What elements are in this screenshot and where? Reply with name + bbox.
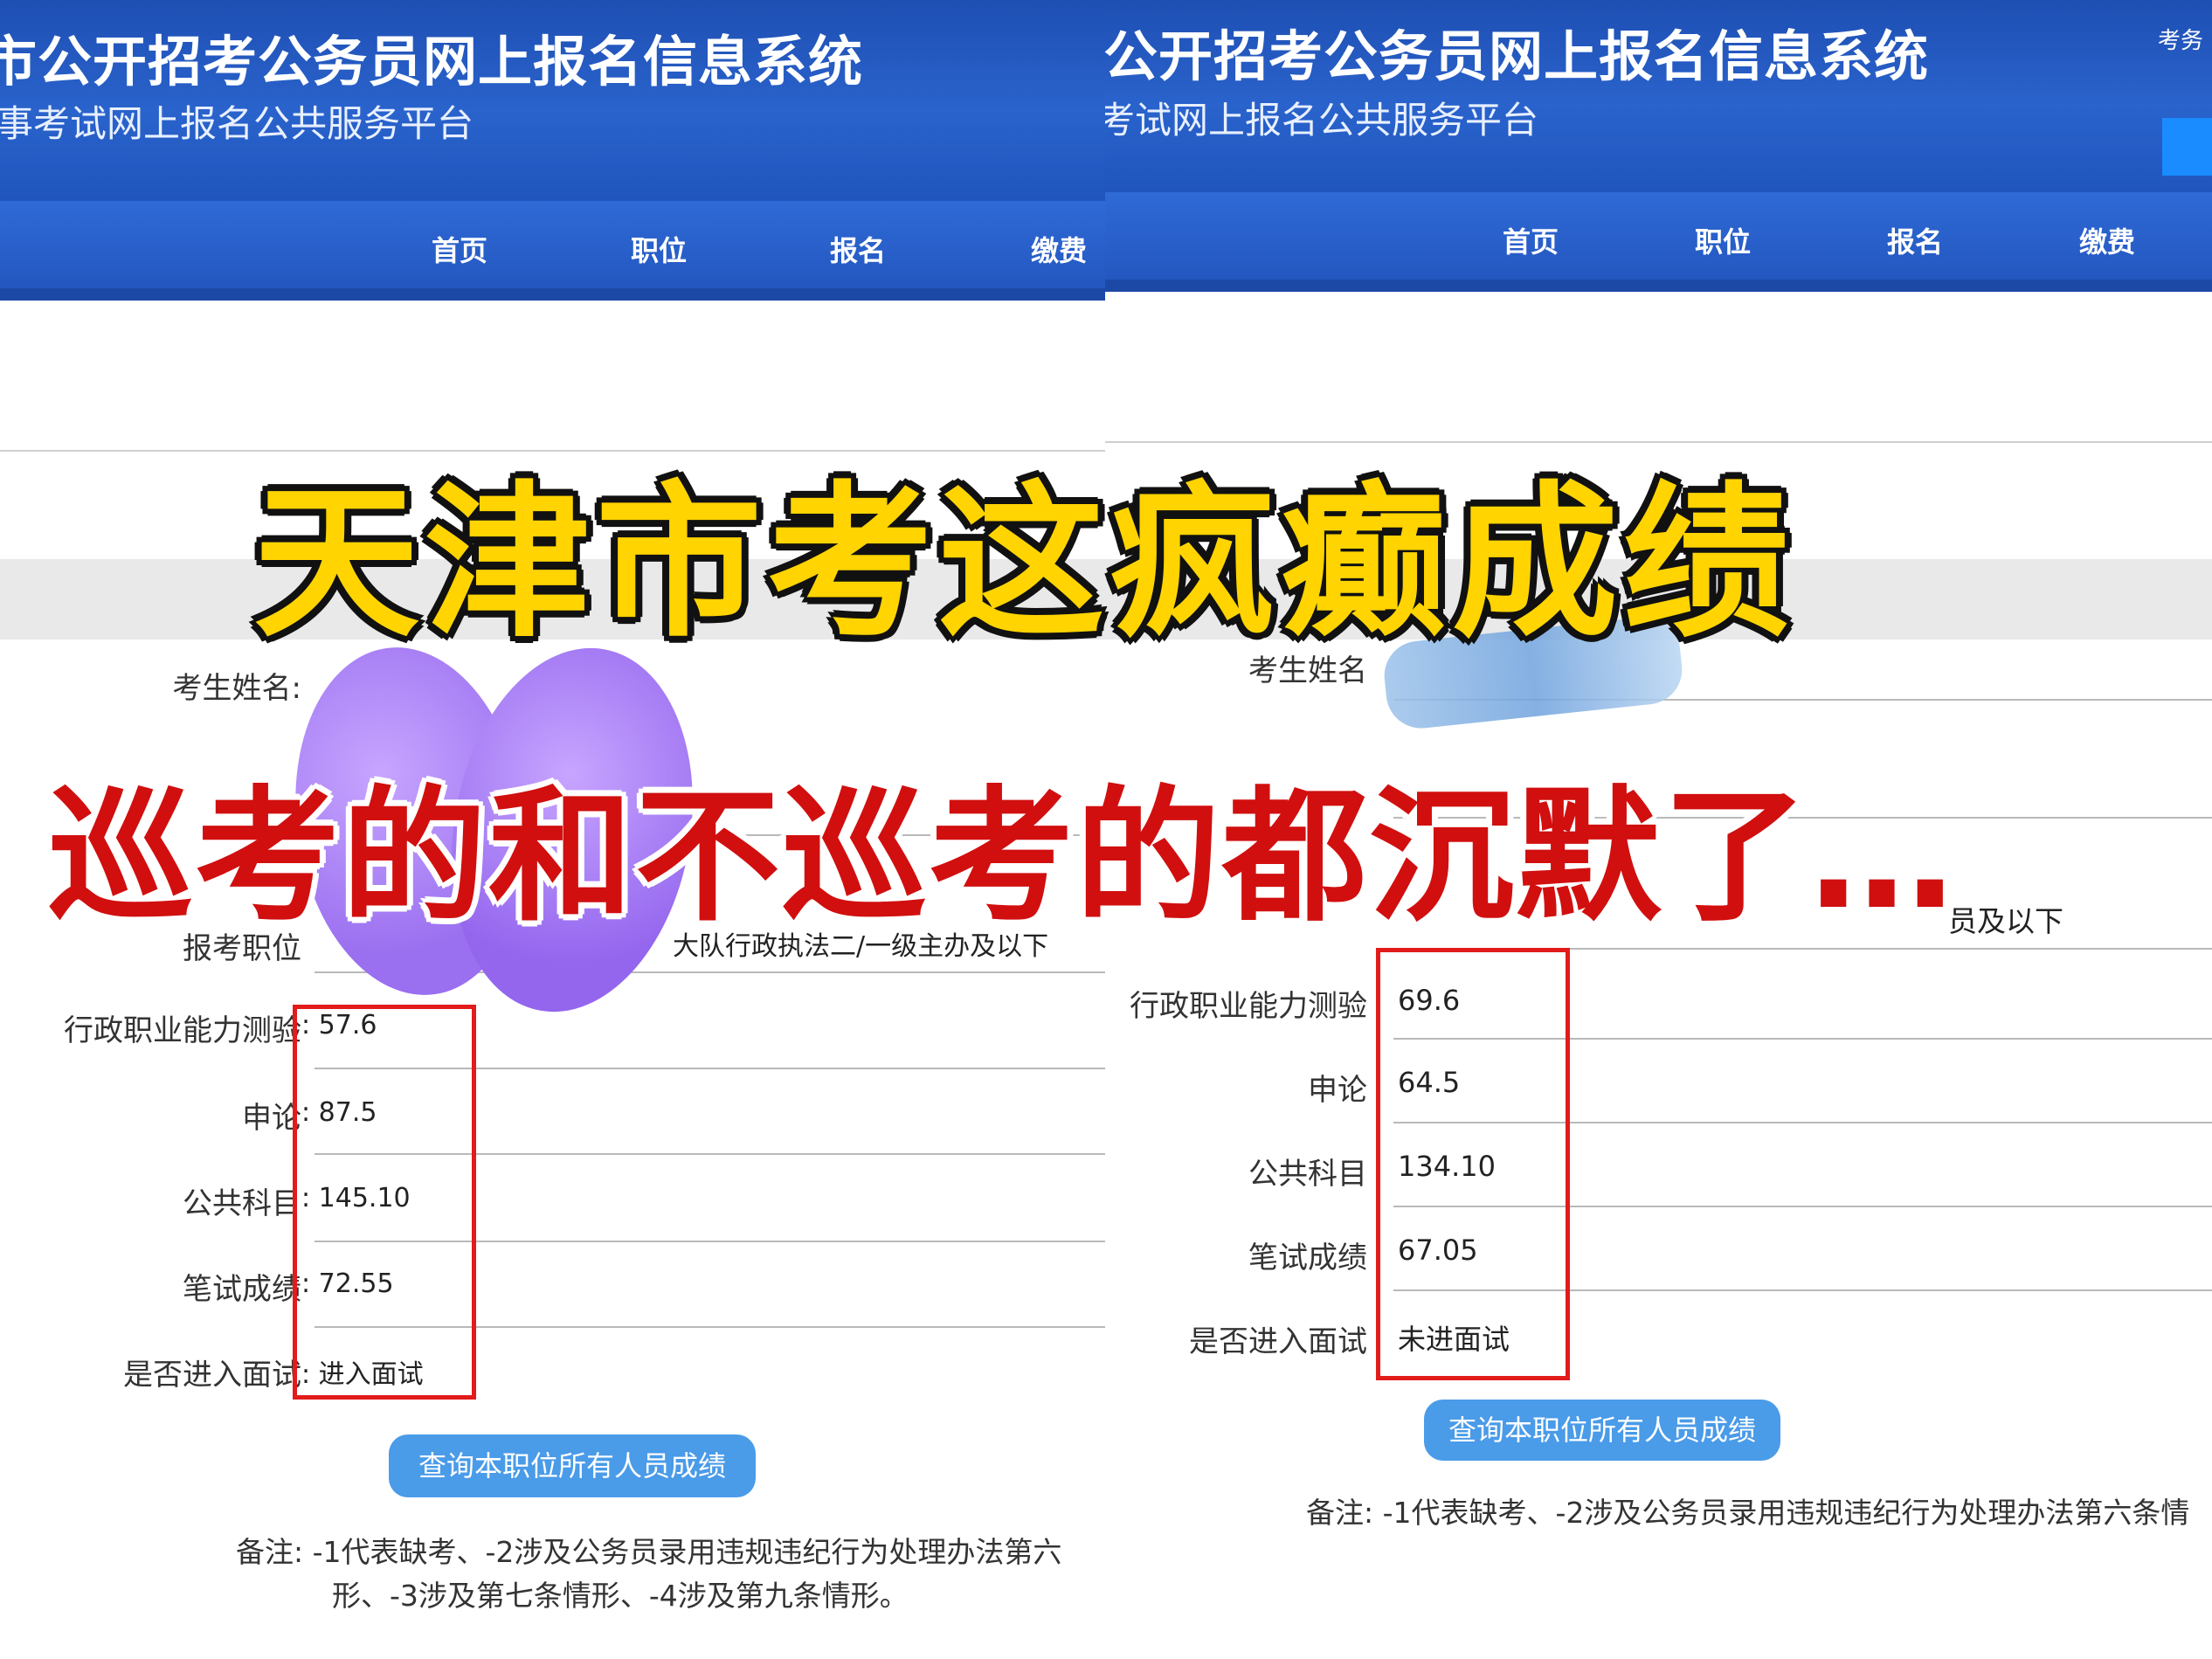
subheadline-caption: 巡考的和不巡考的都沉默了… [48,773,1956,942]
remarks-line-1: 备注: -1代表缺考、-2涉及公务员录用违规违纪行为处理办法第六条情 [1306,1496,2190,1530]
admin-ability-label: 行政职业能力测验 [1130,989,1367,1024]
site-subtitle: 事考试网上报名公共服务平台 [0,102,474,145]
nav-register[interactable]: 报名 [1887,220,1943,260]
nav-payment[interactable]: 缴费 [1031,229,1087,269]
site-header: 公开招考公务员网上报名信息系统 考试网上报名公共服务平台 考务 [1105,0,2212,192]
main-nav: 首页 职位 报名 缴费 [0,201,1105,301]
essay-label: 申论 [1308,1073,1367,1108]
interview-label: 是否进入面试 [1189,1324,1367,1359]
public-subjects-label: 公共科目 [1248,1157,1367,1192]
main-nav: 首页 职位 报名 缴费 [1105,192,2212,292]
written-score-label: 笔试成绩 [183,1272,301,1307]
headline-caption: 天津市考这疯癫成绩 [253,467,1795,660]
remarks-line-2: 形、-3涉及第七条情形、-4涉及第九条情形。 [332,1579,909,1613]
remarks-line-1: 备注: -1代表缺考、-2涉及公务员录用违规违纪行为处理办法第六 [236,1535,1062,1569]
login-corner-text: 考务 [2158,28,2204,54]
position-value: 员及以下 [1948,904,2063,938]
site-title: 市公开招考公务员网上报名信息系统 [0,30,864,93]
essay-label: 申论 [242,1101,301,1136]
login-button[interactable] [2162,118,2212,176]
interview-label: 是否进入面试 [123,1358,301,1393]
nav-register[interactable]: 报名 [830,229,886,269]
nav-positions[interactable]: 职位 [1695,220,1751,260]
public-subjects-label: 公共科目 [183,1186,301,1221]
nav-payment[interactable]: 缴费 [2079,220,2135,260]
site-subtitle: 考试网上报名公共服务平台 [1105,99,1539,142]
admin-ability-label: 行政职业能力测验 [64,1013,301,1048]
candidate-name-label: 考生姓名: [172,671,301,706]
query-all-scores-button[interactable]: 查询本职位所有人员成绩 [389,1434,756,1497]
score-highlight-box [293,1005,476,1400]
query-all-scores-button[interactable]: 查询本职位所有人员成绩 [1424,1400,1780,1461]
written-score-label: 笔试成绩 [1248,1241,1367,1275]
nav-home[interactable]: 首页 [432,229,487,269]
score-highlight-box [1376,948,1570,1380]
site-title: 公开招考公务员网上报名信息系统 [1105,24,1930,88]
site-header: 市公开招考公务员网上报名信息系统 事考试网上报名公共服务平台 [0,0,1105,201]
nav-home[interactable]: 首页 [1503,220,1559,260]
nav-positions[interactable]: 职位 [631,229,687,269]
